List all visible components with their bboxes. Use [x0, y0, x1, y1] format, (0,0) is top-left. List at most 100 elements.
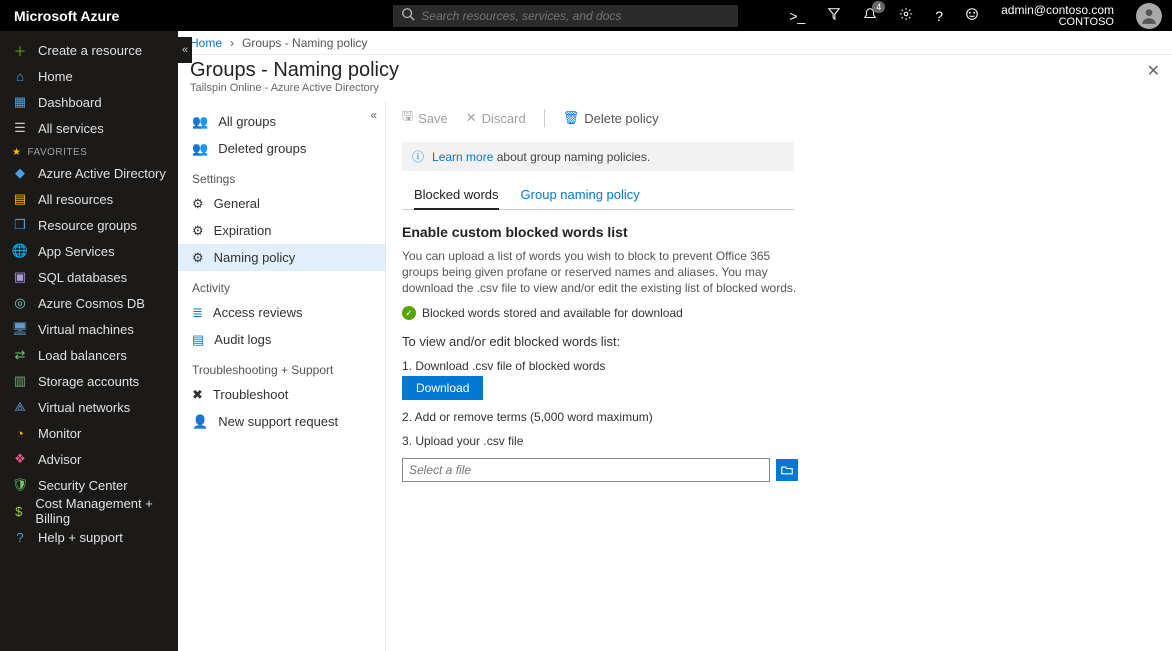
global-search-input[interactable] [421, 9, 730, 23]
account-email: admin@contoso.com [1001, 4, 1114, 16]
step-2: 2. Add or remove terms (5,000 word maxim… [402, 410, 798, 424]
page-title: Groups - Naming policy [190, 59, 1160, 82]
menu-deleted-groups[interactable]: 👥Deleted groups [178, 135, 385, 162]
menu-trouble-header: Troubleshooting + Support [178, 353, 385, 381]
nav-aad[interactable]: ◆Azure Active Directory [0, 160, 178, 186]
breadcrumb: Home › Groups - Naming policy [178, 31, 1172, 55]
nav-lb[interactable]: ⇄Load balancers [0, 342, 178, 368]
info-icon: ⓘ [412, 148, 424, 165]
save-icon: 🖫 [402, 107, 413, 129]
directory-filter-icon[interactable] [827, 7, 841, 24]
lb-icon: ⇄ [12, 347, 28, 363]
file-browse-button[interactable] [776, 459, 798, 481]
settings-icon[interactable] [899, 7, 913, 24]
cloud-shell-icon[interactable]: >_ [789, 8, 805, 24]
discard-button[interactable]: ✕Discard [466, 110, 526, 126]
trash-icon: 🗑 [563, 110, 580, 126]
learn-more-link[interactable]: Learn more [432, 150, 493, 164]
download-button[interactable]: Download [402, 376, 483, 400]
account-tenant: CONTOSO [1001, 16, 1114, 28]
home-icon: ⌂ [12, 68, 28, 84]
nav-cosmos[interactable]: ◎Azure Cosmos DB [0, 290, 178, 316]
gear-icon: ⚙ [192, 196, 204, 212]
menu-access-reviews[interactable]: ≣Access reviews [178, 299, 385, 326]
topbar: Microsoft Azure >_ 4 ? admin@contoso.com… [0, 0, 1172, 31]
nav-vms[interactable]: 🖥Virtual machines [0, 316, 178, 342]
global-search[interactable] [393, 5, 738, 27]
notification-badge: 4 [872, 1, 885, 13]
support-icon: ? [12, 529, 28, 545]
gear-icon: ⚙ [192, 223, 204, 239]
blade-menu: « 👥All groups 👥Deleted groups Settings ⚙… [178, 102, 386, 651]
vnet-icon: ⟁ [12, 399, 28, 415]
success-icon: ✓ [402, 306, 416, 320]
star-icon: ★ [12, 147, 21, 158]
nav-favorites-header: ★FAVORITES [0, 141, 178, 160]
step-1-text: 1. Download .csv file of blocked words [402, 359, 798, 373]
help-icon[interactable]: ? [935, 8, 943, 24]
notifications-icon[interactable]: 4 [863, 7, 877, 24]
sql-icon: ▣ [12, 269, 28, 285]
nav-advisor[interactable]: ❖Advisor [0, 446, 178, 472]
banner-text: about group naming policies. [493, 150, 650, 164]
gear-icon: ⚙ [192, 250, 204, 266]
nav-all-resources[interactable]: ▤All resources [0, 186, 178, 212]
menu-expiration[interactable]: ⚙Expiration [178, 217, 385, 244]
menu-general[interactable]: ⚙General [178, 190, 385, 217]
nav-home[interactable]: ⌂Home [0, 63, 178, 89]
menu-all-groups[interactable]: 👥All groups [178, 108, 385, 135]
nav-security[interactable]: 🛡Security Center [0, 472, 178, 498]
file-input[interactable] [402, 458, 770, 482]
close-blade-button[interactable]: ✕ [1147, 61, 1160, 81]
steps-title: To view and/or edit blocked words list: [402, 334, 798, 349]
nav-create-resource[interactable]: ＋Create a resource [0, 37, 178, 63]
menu-new-support[interactable]: 👤New support request [178, 408, 385, 435]
section-description: You can upload a list of words you wish … [402, 248, 798, 296]
tab-blocked-words[interactable]: Blocked words [414, 181, 499, 210]
log-icon: ▤ [192, 332, 204, 348]
nav-app-services[interactable]: 🌐App Services [0, 238, 178, 264]
save-button[interactable]: 🖫Save [402, 107, 448, 129]
globe-icon: 🌐 [12, 243, 28, 259]
info-banner: ⓘ Learn more about group naming policies… [402, 142, 794, 171]
brand: Microsoft Azure [0, 8, 133, 24]
tab-group-naming-policy[interactable]: Group naming policy [521, 181, 640, 209]
shield-icon: 🛡 [12, 477, 28, 493]
nav-resource-groups[interactable]: ❒Resource groups [0, 212, 178, 238]
advisor-icon: ❖ [12, 451, 28, 467]
nav-sql[interactable]: ▣SQL databases [0, 264, 178, 290]
nav-help[interactable]: ?Help + support [0, 524, 178, 550]
menu-troubleshoot[interactable]: ✖Troubleshoot [178, 381, 385, 408]
delete-policy-button[interactable]: 🗑Delete policy [563, 110, 659, 126]
content-section: Enable custom blocked words list You can… [390, 210, 810, 496]
nav-vnet[interactable]: ⟁Virtual networks [0, 394, 178, 420]
nav-all-services[interactable]: ☰All services [0, 115, 178, 141]
cmd-separator [544, 109, 545, 127]
cube-icon: ❒ [12, 217, 28, 233]
list-icon: ≣ [192, 305, 203, 321]
leftnav-collapse[interactable]: « [178, 37, 192, 63]
menu-audit-logs[interactable]: ▤Audit logs [178, 326, 385, 353]
blade-menu-collapse[interactable]: « [370, 108, 377, 122]
feedback-icon[interactable] [965, 7, 979, 24]
nav-dashboard[interactable]: ▦Dashboard [0, 89, 178, 115]
dashboard-icon: ▦ [12, 94, 28, 110]
menu-naming-policy[interactable]: ⚙Naming policy [178, 244, 385, 271]
wrench-icon: ✖ [192, 387, 203, 403]
status-line: ✓ Blocked words stored and available for… [402, 306, 798, 320]
search-icon [401, 7, 415, 24]
step-1: 1. Download .csv file of blocked words D… [402, 359, 798, 400]
breadcrumb-home[interactable]: Home [190, 36, 222, 50]
nav-cost[interactable]: $Cost Management + Billing [0, 498, 178, 524]
grid-icon: ▤ [12, 191, 28, 207]
tabs: Blocked words Group naming policy [402, 181, 794, 210]
nav-monitor[interactable]: ◔Monitor [0, 420, 178, 446]
command-bar: 🖫Save ✕Discard 🗑Delete policy [390, 102, 1172, 134]
storage-icon: ▥ [12, 373, 28, 389]
list-icon: ☰ [12, 120, 28, 136]
file-upload-row [402, 458, 798, 482]
folder-icon [781, 464, 793, 476]
account-block[interactable]: admin@contoso.com CONTOSO [1001, 4, 1114, 28]
nav-storage[interactable]: ▥Storage accounts [0, 368, 178, 394]
avatar[interactable] [1136, 3, 1162, 29]
